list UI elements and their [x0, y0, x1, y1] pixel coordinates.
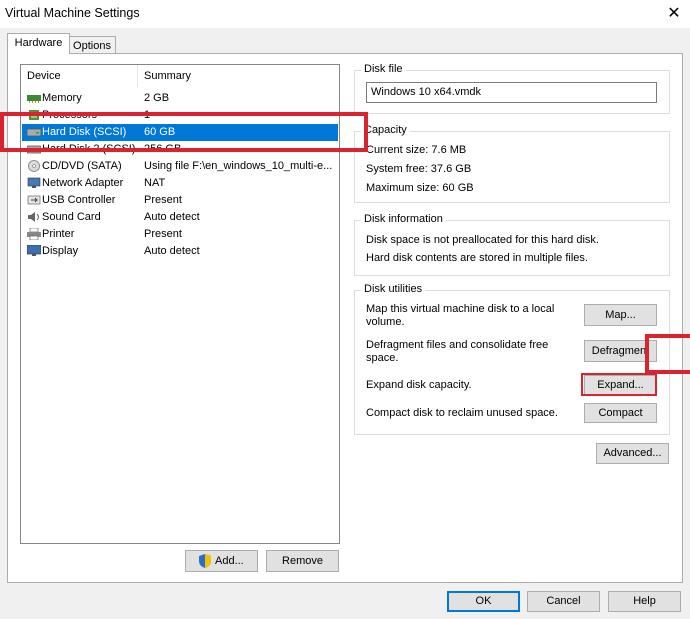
ok-button[interactable]: OK — [447, 591, 520, 612]
tab-hardware[interactable]: Hardware — [7, 33, 70, 54]
system-free: System free: 37.6 GB — [366, 163, 472, 175]
device-row-sound-card[interactable]: Sound Card Auto detect — [22, 209, 338, 226]
expand-description: Expand disk capacity. — [366, 379, 472, 391]
current-size: Current size: 7.6 MB — [366, 144, 467, 156]
remove-hardware-button[interactable]: Remove — [266, 550, 339, 572]
device-summary: 1 — [144, 109, 151, 121]
device-name: Memory — [42, 92, 82, 104]
window-title: Virtual Machine Settings — [5, 6, 140, 20]
device-row-processors[interactable]: Processors 1 — [22, 107, 338, 124]
memory-icon — [27, 95, 41, 103]
processor-icon — [29, 110, 39, 120]
device-summary: NAT — [144, 177, 166, 189]
device-summary: Present — [144, 194, 182, 206]
device-row-cd-dvd[interactable]: CD/DVD (SATA) Using file F:\en_windows_1… — [22, 158, 338, 175]
disk-file-field[interactable]: Windows 10 x64.vmdk — [366, 82, 657, 103]
device-summary: 60 GB — [144, 126, 176, 138]
maximum-size: Maximum size: 60 GB — [366, 182, 474, 194]
cd-dvd-icon — [28, 160, 40, 172]
device-row-network-adapter[interactable]: Network Adapter NAT — [22, 175, 338, 192]
title-bar: Virtual Machine Settings ✕ — [0, 0, 690, 28]
device-row-hard-disk[interactable]: Hard Disk (SCSI) 60 GB — [22, 124, 338, 141]
map-description-1: Map this virtual machine disk to a local — [366, 303, 555, 315]
map-description-2: volume. — [366, 316, 405, 328]
device-row-display[interactable]: Display Auto detect — [22, 243, 338, 260]
capacity-group: Capacity Current size: 7.6 MB System fre… — [354, 124, 670, 203]
device-name: Hard Disk (SCSI) — [42, 126, 127, 138]
device-name: Processors — [42, 109, 98, 121]
disk-info-line-2: Hard disk contents are stored in multipl… — [366, 252, 588, 264]
defrag-description-2: space. — [366, 352, 399, 364]
device-row-hard-disk-2[interactable]: Hard Disk 2 (SCSI) 256 GB — [22, 141, 338, 158]
usb-icon — [27, 195, 41, 205]
disk-file-title: Disk file — [361, 63, 406, 75]
device-row-memory[interactable]: Memory 2 GB — [22, 90, 338, 107]
device-name: USB Controller — [42, 194, 116, 206]
add-hardware-button[interactable]: Add... — [185, 550, 258, 572]
column-header-device[interactable]: Device — [21, 65, 138, 87]
shield-icon — [199, 554, 211, 568]
device-row-printer[interactable]: Printer Present — [22, 226, 338, 243]
close-icon[interactable]: ✕ — [660, 2, 688, 26]
hard-disk-icon — [27, 145, 41, 154]
disk-information-title: Disk information — [361, 213, 446, 225]
device-row-usb-controller[interactable]: USB Controller Present — [22, 192, 338, 209]
display-icon — [27, 245, 41, 256]
device-name: Hard Disk 2 (SCSI) — [42, 143, 136, 155]
expand-button[interactable]: Expand... — [584, 375, 657, 395]
device-name: Sound Card — [42, 211, 101, 223]
help-button[interactable]: Help — [608, 591, 681, 612]
device-summary: 256 GB — [144, 143, 182, 155]
capacity-title: Capacity — [361, 124, 410, 136]
advanced-button[interactable]: Advanced... — [596, 443, 669, 464]
column-header-summary[interactable]: Summary — [138, 65, 339, 87]
disk-info-line-1: Disk space is not preallocated for this … — [366, 234, 599, 246]
defrag-description-1: Defragment files and consolidate free — [366, 339, 549, 351]
device-summary: Auto detect — [144, 211, 200, 223]
device-summary: Auto detect — [144, 245, 200, 257]
device-name: Printer — [42, 228, 75, 240]
device-name: Display — [42, 245, 79, 257]
defragment-button[interactable]: Defragment — [584, 340, 657, 362]
device-summary: Using file F:\en_windows_10_multi-e... — [144, 160, 333, 172]
disk-information-group: Disk information Disk space is not preal… — [354, 213, 670, 276]
map-button[interactable]: Map... — [584, 304, 657, 326]
network-adapter-icon — [27, 177, 41, 188]
disk-utilities-title: Disk utilities — [361, 283, 426, 295]
add-button-label: Add... — [215, 555, 244, 567]
sound-card-icon — [28, 212, 39, 222]
cancel-button[interactable]: Cancel — [527, 591, 600, 612]
device-list[interactable]: Device Summary Memory 2 GB Processors 1 … — [20, 64, 340, 544]
compact-button[interactable]: Compact — [584, 403, 657, 423]
device-name: CD/DVD (SATA) — [42, 160, 122, 172]
device-summary: Present — [144, 228, 182, 240]
printer-icon — [27, 228, 41, 240]
compact-description: Compact disk to reclaim unused space. — [366, 407, 558, 419]
hard-disk-icon — [27, 128, 41, 137]
device-name: Network Adapter — [42, 177, 124, 189]
device-summary: 2 GB — [144, 92, 170, 104]
